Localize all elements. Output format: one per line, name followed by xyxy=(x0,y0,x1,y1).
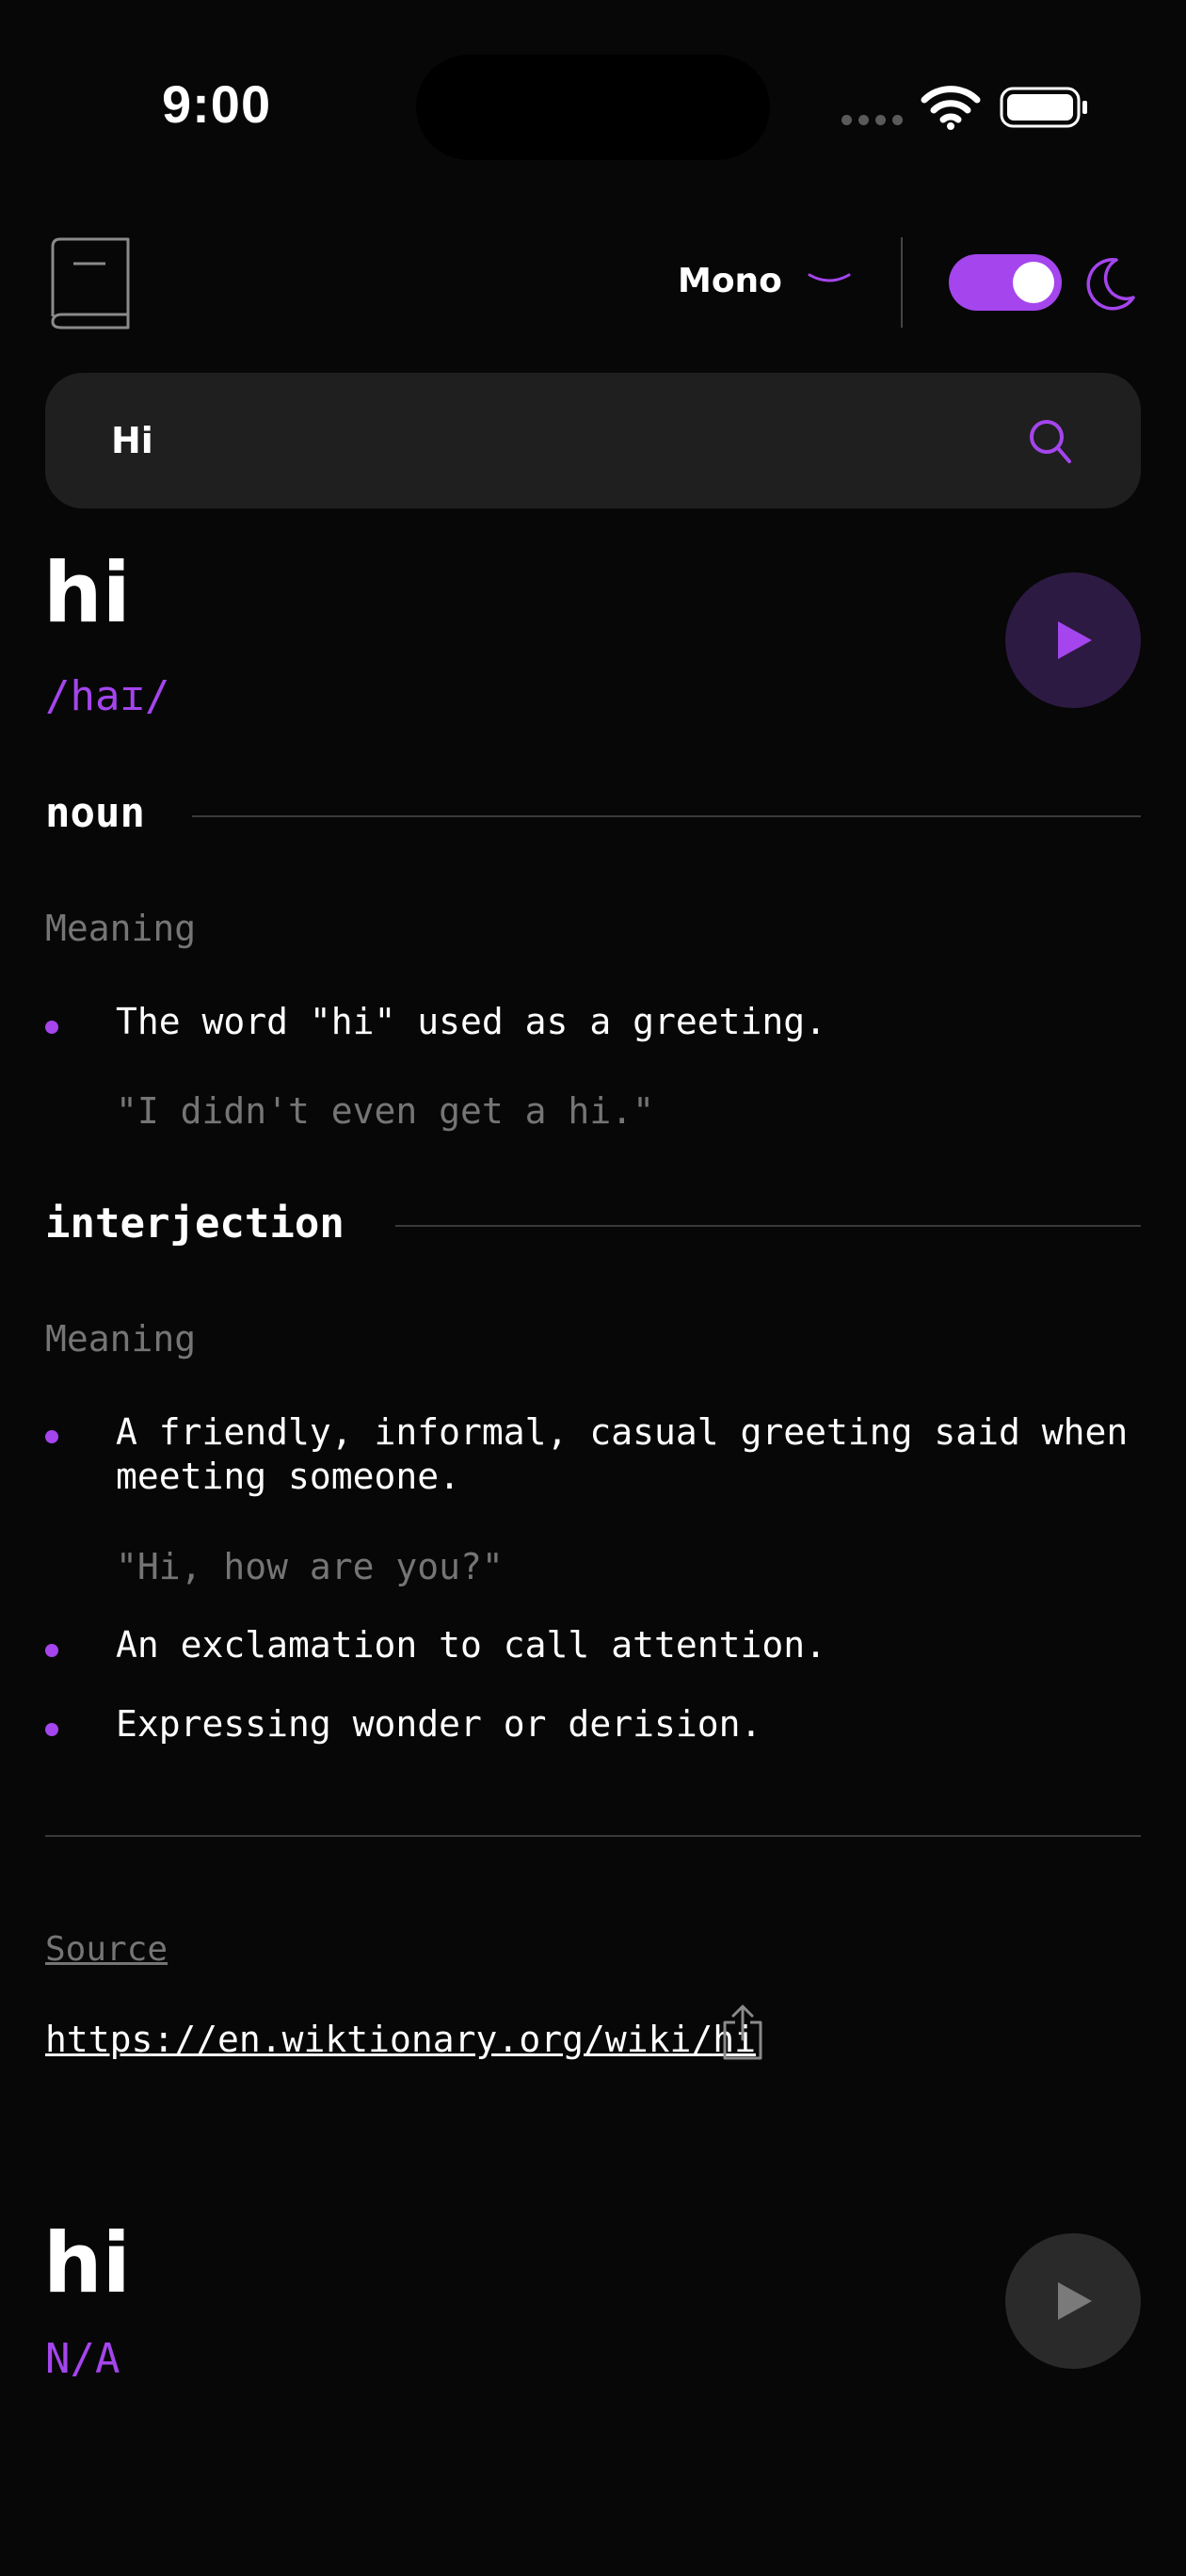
dynamic-island xyxy=(416,55,770,160)
wifi-icon xyxy=(921,85,981,134)
font-selector[interactable]: Mono xyxy=(678,262,782,300)
search-bar[interactable] xyxy=(45,373,1141,508)
meaning-label: Meaning xyxy=(45,1318,197,1360)
header-divider xyxy=(901,237,903,328)
source-divider xyxy=(45,1835,1141,1837)
word-title: hi xyxy=(43,2214,131,2311)
definition-text: The word "hi" used as a greeting. xyxy=(116,1001,826,1042)
example-text: "I didn't even get a hi." xyxy=(116,1090,654,1132)
bullet-dot xyxy=(45,1644,58,1657)
part-of-speech-noun: noun xyxy=(45,789,145,837)
share-icon[interactable] xyxy=(719,2004,766,2066)
search-icon[interactable] xyxy=(1028,418,1073,471)
definition-text: Expressing wonder or derision. xyxy=(116,1703,762,1745)
play-audio-button[interactable] xyxy=(1005,2233,1141,2369)
phonetic-text: N/A xyxy=(45,2335,120,2383)
word-title: hi xyxy=(43,544,131,641)
example-text: "Hi, how are you?" xyxy=(116,1546,504,1587)
play-icon xyxy=(1058,621,1092,659)
definition-text: A friendly, informal, casual greeting sa… xyxy=(116,1411,1129,1497)
source-link[interactable]: https://en.wiktionary.org/wiki/hi xyxy=(45,2019,756,2060)
cellular-signal-icon xyxy=(841,115,903,125)
section-divider xyxy=(395,1225,1141,1227)
status-time: 9:00 xyxy=(162,74,272,134)
play-icon xyxy=(1058,2282,1092,2320)
section-divider xyxy=(192,815,1141,817)
bullet-dot xyxy=(45,1430,58,1443)
chevron-down-icon[interactable] xyxy=(806,271,853,294)
search-input[interactable]: Hi xyxy=(111,420,153,461)
definition-text: An exclamation to call attention. xyxy=(116,1624,826,1666)
dictionary-book-icon[interactable] xyxy=(49,237,134,333)
part-of-speech-interjection: interjection xyxy=(45,1199,345,1248)
source-label: Source xyxy=(45,1930,168,1969)
phonetic-text: /haɪ/ xyxy=(45,672,170,720)
meaning-label: Meaning xyxy=(45,908,197,949)
play-audio-button[interactable] xyxy=(1005,572,1141,708)
bullet-dot xyxy=(45,1723,58,1736)
bullet-dot xyxy=(45,1021,58,1034)
moon-icon xyxy=(1084,256,1137,314)
dark-mode-toggle[interactable] xyxy=(949,254,1062,311)
battery-icon xyxy=(1000,85,1090,134)
